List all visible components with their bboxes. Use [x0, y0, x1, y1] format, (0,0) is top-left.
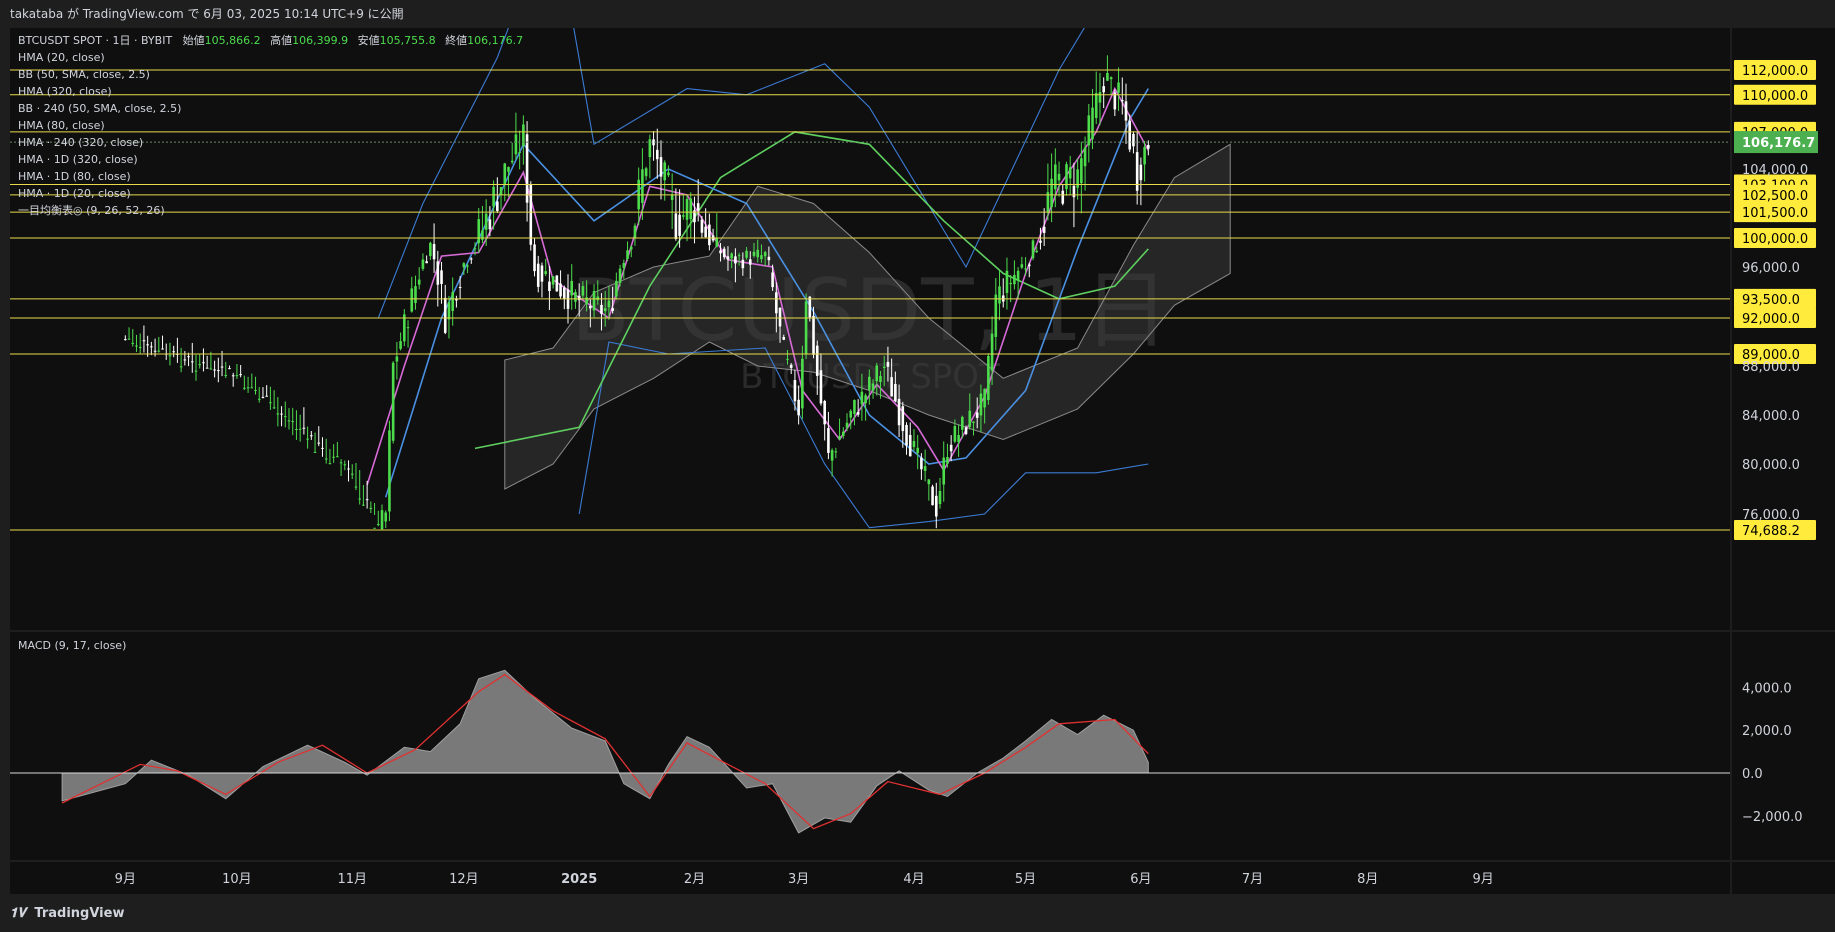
level-label: 101,500.0: [1742, 206, 1808, 221]
ohlc-low-key: 安値: [357, 34, 380, 47]
level-label: 112,000.0: [1742, 64, 1808, 79]
price-tick-label: 76,000.0: [1742, 508, 1800, 523]
legend-indicator-hma-1d-80[interactable]: HMA · 1D (80, close): [18, 168, 529, 185]
level-label: 92,000.0: [1742, 312, 1800, 327]
price-tick-label: 80,000.0: [1742, 458, 1800, 473]
candle: [987, 353, 990, 405]
time-tick-label: 9月: [115, 872, 136, 887]
time-tick-label: 9月: [1472, 872, 1493, 887]
macd-axis[interactable]: [1732, 632, 1835, 860]
macd-pane[interactable]: [10, 632, 1730, 860]
ohlc-open-value: 105,866.2: [204, 34, 261, 47]
candle: [1031, 239, 1035, 261]
candle: [555, 275, 559, 292]
macd-tick-label: −2,000.0: [1742, 810, 1803, 825]
chart-legend: BTCUSDT SPOT · 1日 · BYBIT 始値105,866.2 高値…: [18, 32, 529, 219]
published-info: takataba が TradingView.com で 6月 03, 2025…: [10, 7, 404, 21]
legend-indicator-bb[interactable]: BB (50, SMA, close, 2.5): [18, 66, 529, 83]
candle: [388, 420, 391, 522]
legend-indicator-hma-1d-20[interactable]: HMA · 1D (20, close): [18, 185, 529, 202]
level-label: 100,000.0: [1742, 232, 1808, 247]
legend-indicator-bb-240[interactable]: BB · 240 (50, SMA, close, 2.5): [18, 100, 529, 117]
macd-title[interactable]: MACD (9, 17, close): [18, 639, 126, 652]
price-tick-label: 84,000.0: [1742, 409, 1800, 424]
candle: [931, 484, 934, 506]
time-tick-label: 8月: [1357, 872, 1378, 887]
level-label: 102,500.0: [1742, 189, 1808, 204]
candle: [391, 361, 395, 444]
level-label: 93,500.0: [1742, 293, 1800, 308]
time-tick-label: 3月: [788, 872, 809, 887]
level-label: 110,000.0: [1742, 89, 1808, 104]
current-price-label: 106,176.7: [1742, 136, 1815, 151]
footer-brand[interactable]: 𝟏𝐕 TradingView: [0, 896, 1835, 932]
ohlc-close-key: 終値: [445, 34, 468, 47]
time-tick-label: 10月: [222, 872, 252, 887]
ohlc-low-value: 105,755.8: [379, 34, 436, 47]
legend-indicator-hma-240-320[interactable]: HMA · 240 (320, close): [18, 134, 529, 151]
macd-tick-label: 0.0: [1742, 767, 1763, 782]
legend-ohlc: 始値105,866.2 高値106,399.9 安値105,755.8 終値10…: [183, 34, 529, 47]
time-tick-label: 7月: [1242, 872, 1263, 887]
time-tick-label: 11月: [337, 872, 367, 887]
legend-symbol: BTCUSDT SPOT · 1日 · BYBIT: [18, 34, 173, 47]
time-tick-label: 4月: [903, 872, 924, 887]
legend-indicator-hma-20[interactable]: HMA (20, close): [18, 49, 529, 66]
time-tick-label: 2月: [684, 872, 705, 887]
price-tick-label: 104,000.0: [1742, 163, 1808, 178]
ohlc-high-key: 高値: [270, 34, 293, 47]
legend-indicator-hma-1d-320[interactable]: HMA · 1D (320, close): [18, 151, 529, 168]
time-tick-label: 5月: [1015, 872, 1036, 887]
candle: [529, 181, 533, 251]
ohlc-open-key: 始値: [182, 34, 205, 47]
tradingview-logo-icon: 𝟏𝐕: [10, 906, 26, 921]
candle: [804, 293, 808, 360]
footer-brand-label: TradingView: [34, 906, 125, 921]
macd-tick-label: 2,000.0: [1742, 724, 1792, 739]
legend-symbol-row[interactable]: BTCUSDT SPOT · 1日 · BYBIT 始値105,866.2 高値…: [18, 32, 529, 49]
legend-indicator-hma-80[interactable]: HMA (80, close): [18, 117, 529, 134]
macd-tick-label: 4,000.0: [1742, 681, 1792, 696]
ohlc-high-value: 106,399.9: [292, 34, 349, 47]
time-tick-label: 2025: [561, 872, 597, 887]
price-tick-label: 88,000.0: [1742, 360, 1800, 375]
legend-indicator-hma-320[interactable]: HMA (320, close): [18, 83, 529, 100]
time-tick-label: 12月: [449, 872, 479, 887]
ohlc-close-value: 106,176.7: [467, 34, 524, 47]
level-label: 74,688.2: [1742, 524, 1800, 539]
price-tick-label: 96,000.0: [1742, 261, 1800, 276]
time-tick-label: 6月: [1130, 872, 1151, 887]
legend-indicator-ichimoku[interactable]: 一目均衡表◎ (9, 26, 52, 26): [18, 202, 529, 219]
candle: [403, 309, 406, 347]
